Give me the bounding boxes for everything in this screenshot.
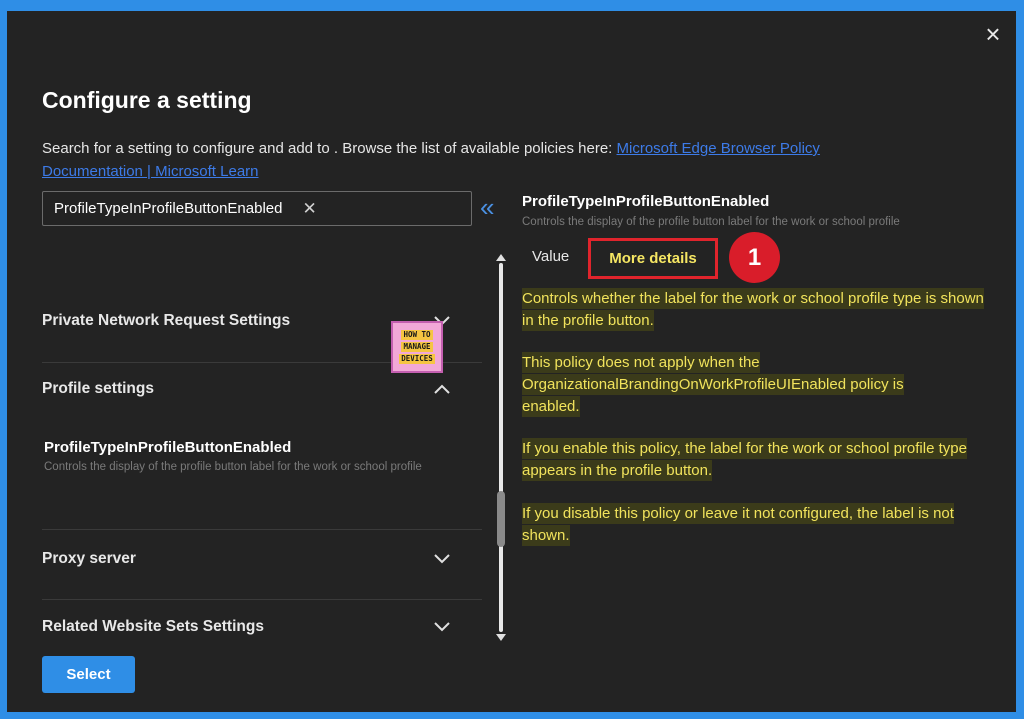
- settings-list: Private Network Request Settings Profile…: [42, 251, 487, 641]
- section-profile-settings[interactable]: Profile settings: [42, 369, 452, 409]
- description-text: Search for a setting to configure and ad…: [42, 140, 613, 157]
- section-related-website-sets-settings[interactable]: Related Website Sets Settings: [42, 607, 452, 647]
- setting-name: ProfileTypeInProfileButtonEnabled: [44, 439, 292, 456]
- scroll-up-icon[interactable]: [496, 254, 506, 261]
- details-paragraph: If you enable this policy, the label for…: [522, 438, 992, 482]
- logo-line: DEVICES: [399, 354, 435, 364]
- divider: [42, 599, 482, 600]
- scroll-track[interactable]: [499, 263, 503, 632]
- details-paragraph-text: If you enable this policy, the label for…: [522, 438, 967, 481]
- section-proxy-server[interactable]: Proxy server: [42, 539, 452, 579]
- tab-value[interactable]: Value: [532, 248, 569, 265]
- scroll-down-icon[interactable]: [496, 634, 506, 641]
- divider: [42, 529, 482, 530]
- section-label: Proxy server: [42, 550, 136, 567]
- step-number-badge: 1: [729, 232, 780, 283]
- section-label: Profile settings: [42, 380, 154, 397]
- details-paragraph-text: This policy does not apply when the Orga…: [522, 352, 904, 417]
- how-to-manage-devices-logo: HOW TO MANAGE DEVICES: [391, 321, 443, 373]
- chevron-down-icon[interactable]: [432, 549, 452, 569]
- details-paragraph-text: If you disable this policy or leave it n…: [522, 503, 954, 546]
- details-paragraph: This policy does not apply when the Orga…: [522, 352, 962, 418]
- setting-item-profile-type[interactable]: ProfileTypeInProfileButtonEnabled Contro…: [44, 439, 484, 473]
- clear-icon[interactable]: ✕: [302, 199, 316, 219]
- close-icon[interactable]: ×: [982, 21, 1004, 47]
- list-scrollbar[interactable]: [495, 254, 507, 641]
- logo-line: HOW TO: [401, 330, 433, 340]
- details-paragraph: Controls whether the label for the work …: [522, 288, 992, 332]
- details-subtitle: Controls the display of the profile butt…: [522, 216, 900, 228]
- details-paragraph: If you disable this policy or leave it n…: [522, 503, 982, 547]
- setting-description: Controls the display of the profile butt…: [44, 461, 422, 473]
- details-title: ProfileTypeInProfileButtonEnabled: [522, 193, 770, 210]
- details-paragraph-text: Controls whether the label for the work …: [522, 288, 984, 331]
- dialog-title: Configure a setting: [42, 87, 252, 113]
- dialog-description: Search for a setting to configure and ad…: [42, 137, 922, 183]
- tab-more-details-label: More details: [609, 250, 697, 267]
- collapse-panel-icon[interactable]: «: [480, 194, 495, 220]
- search-value[interactable]: ProfileTypeInProfileButtonEnabled: [54, 200, 282, 217]
- search-input[interactable]: ProfileTypeInProfileButtonEnabled ✕: [42, 191, 472, 226]
- section-label: Private Network Request Settings: [42, 312, 291, 329]
- chevron-down-icon[interactable]: [432, 617, 452, 637]
- configure-setting-dialog: × Configure a setting Search for a setti…: [7, 11, 1016, 712]
- logo-line: MANAGE: [401, 342, 433, 352]
- section-label: Related Website Sets Settings: [42, 618, 264, 635]
- tab-more-details[interactable]: More details: [588, 238, 718, 279]
- select-button[interactable]: Select: [42, 656, 135, 693]
- scroll-thumb[interactable]: [497, 491, 505, 547]
- chevron-up-icon[interactable]: [432, 379, 452, 399]
